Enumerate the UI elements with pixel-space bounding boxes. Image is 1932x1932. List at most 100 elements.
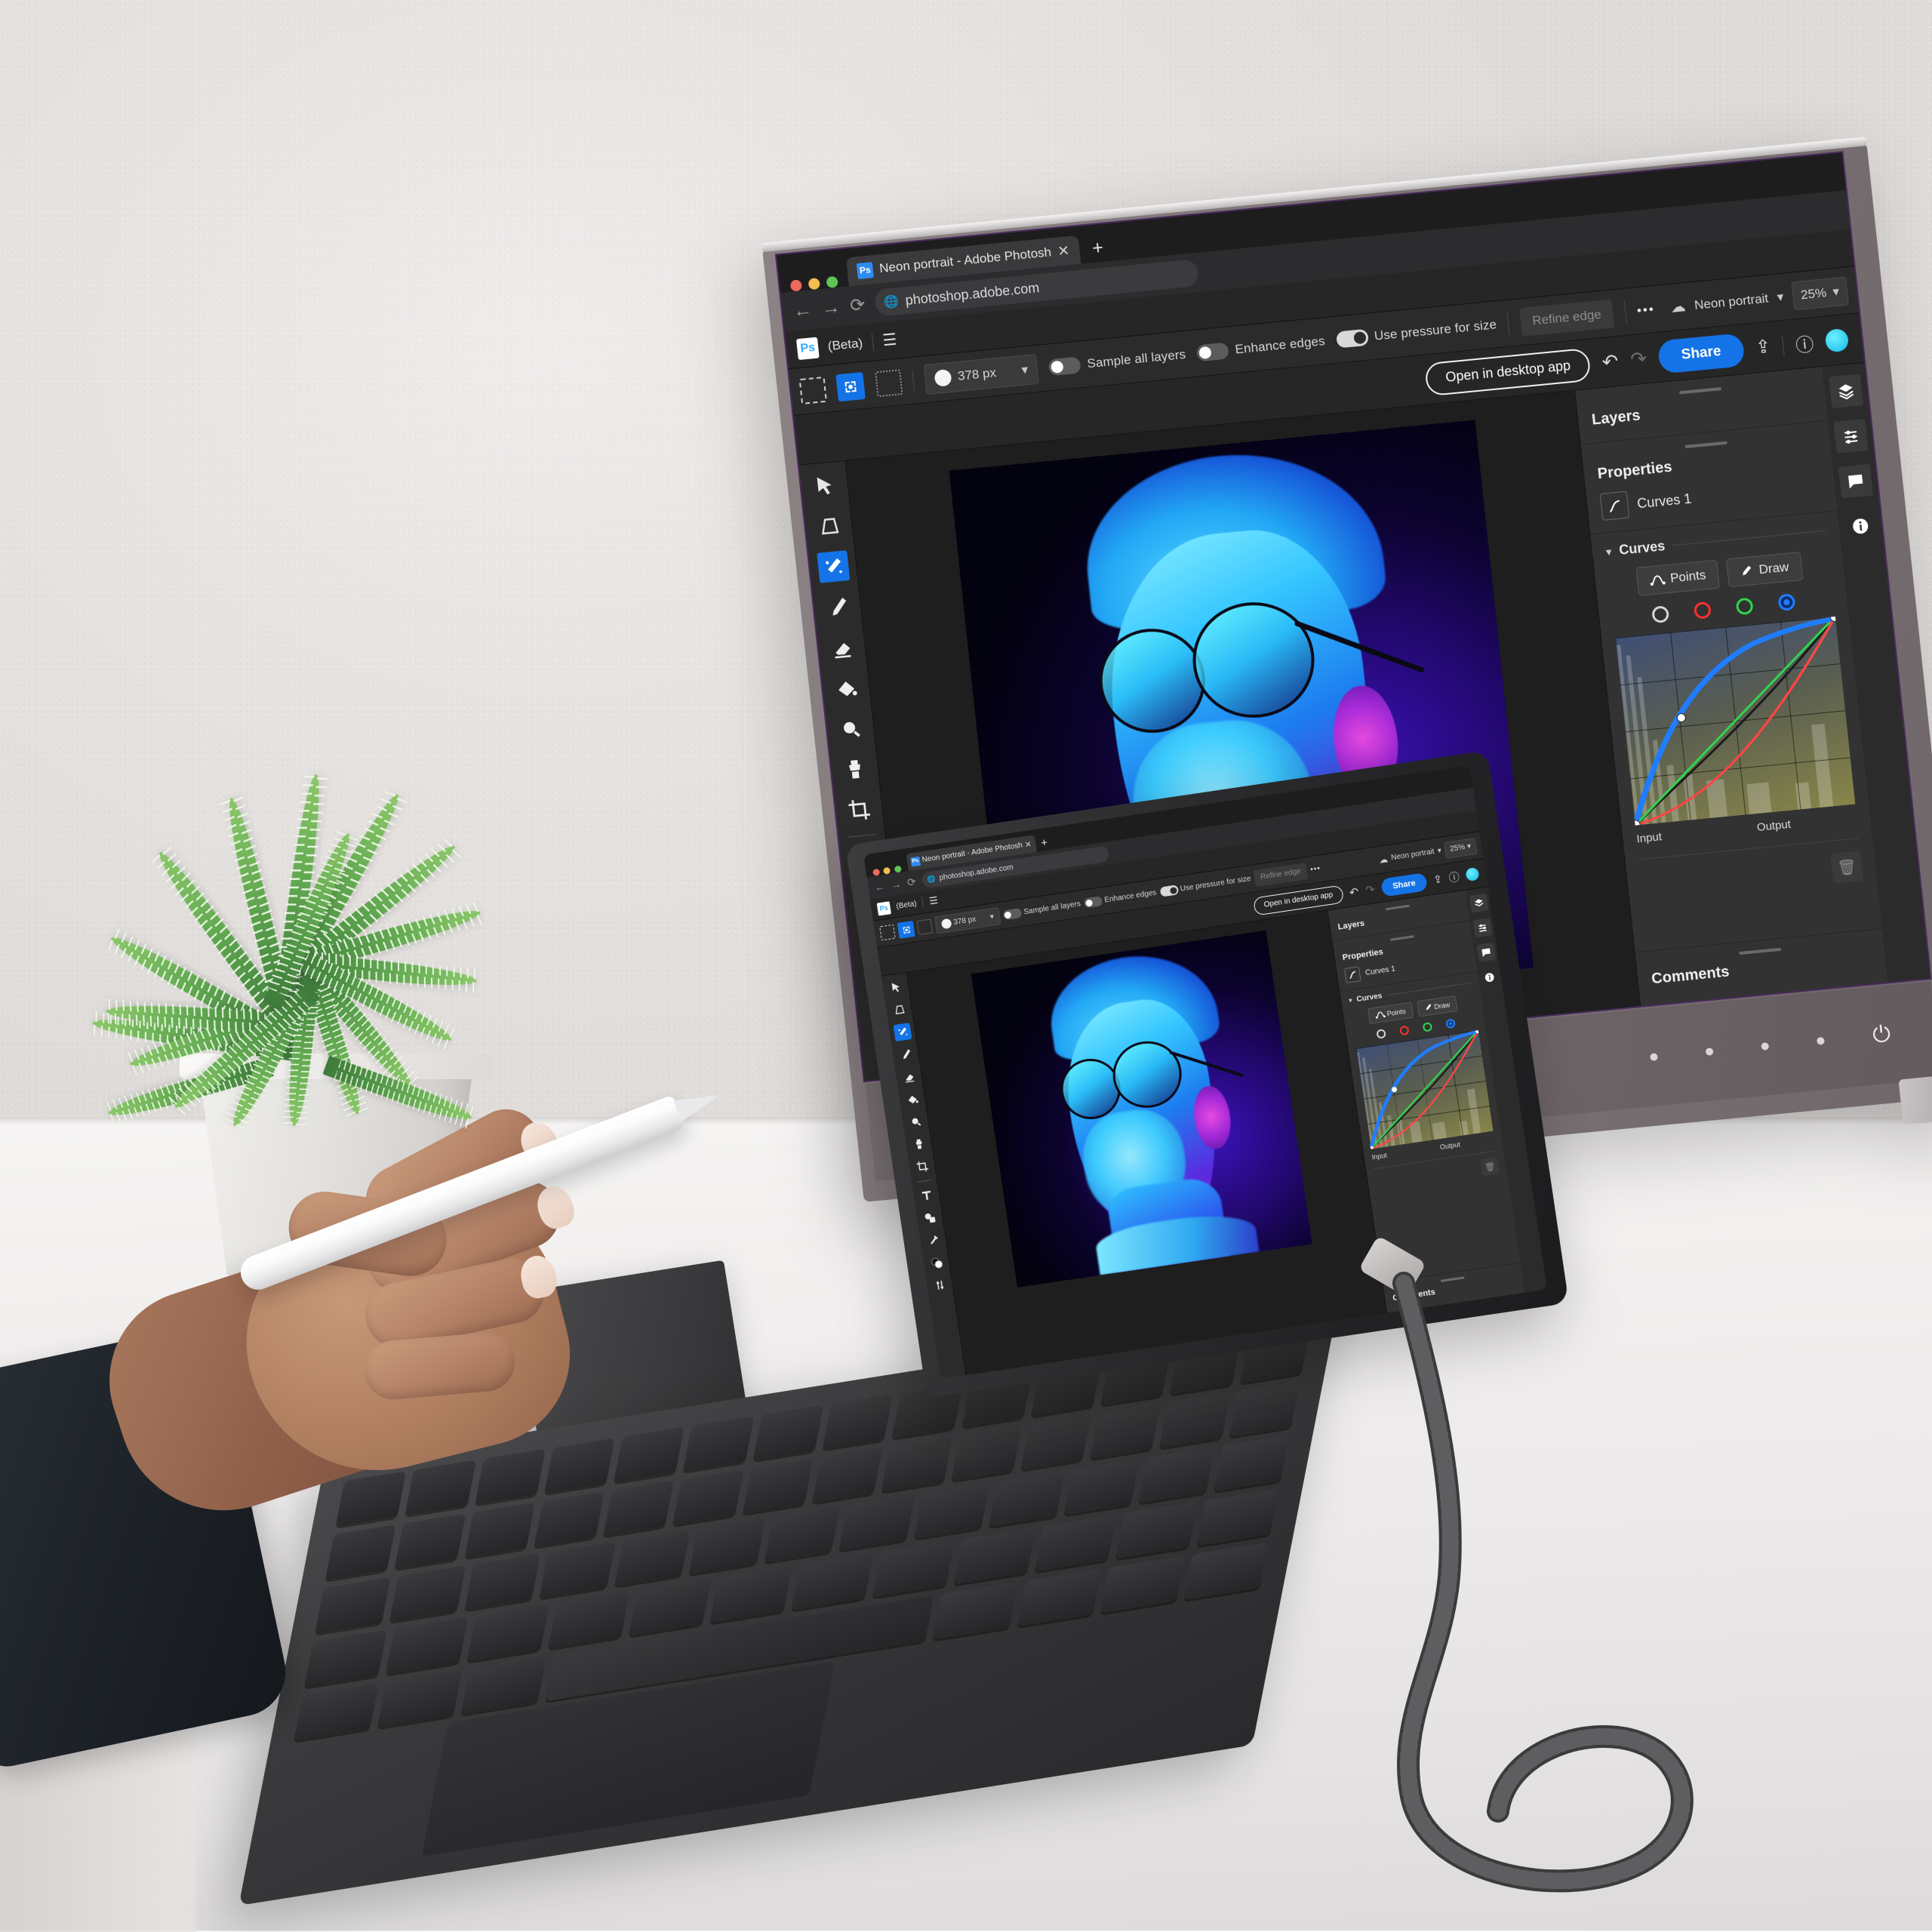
brush-size-field[interactable]: 378 px ▾ <box>934 907 1001 934</box>
keyboard-key[interactable] <box>953 1527 1036 1585</box>
redo-icon[interactable]: ↷ <box>1629 346 1648 371</box>
adjustments-rail-icon[interactable] <box>1472 918 1493 938</box>
arrow-left-icon[interactable]: ← <box>792 299 813 322</box>
help-circle-icon[interactable]: ⓘ <box>1794 329 1815 357</box>
object-selection-tool[interactable] <box>892 1023 912 1042</box>
add-to-selection-icon[interactable] <box>835 371 866 401</box>
points-mode-button[interactable]: Points <box>1367 1001 1414 1024</box>
keyboard-key[interactable] <box>314 1577 392 1634</box>
keyboard-key[interactable] <box>603 1480 675 1537</box>
panel-grabber[interactable] <box>1678 387 1721 395</box>
undo-icon[interactable]: ↶ <box>1349 884 1360 900</box>
blue-channel[interactable] <box>1444 1018 1456 1029</box>
keyboard-key[interactable] <box>1063 1458 1140 1515</box>
layers-rail-icon[interactable] <box>1469 893 1489 913</box>
close-icon[interactable]: ✕ <box>1057 242 1070 260</box>
brush-tool[interactable] <box>896 1045 915 1064</box>
user-presence-icon[interactable] <box>1465 866 1480 882</box>
keyboard-key[interactable] <box>1016 1568 1102 1627</box>
keyboard-key[interactable] <box>1183 1542 1269 1601</box>
close-icon[interactable]: ✕ <box>1024 839 1032 850</box>
keyboard-key[interactable] <box>385 1617 469 1675</box>
arrow-right-icon[interactable]: → <box>890 878 902 891</box>
keyboard-key[interactable] <box>838 1494 915 1551</box>
refine-edge-button[interactable]: Refine edge <box>1253 862 1309 887</box>
zoom-field[interactable]: 25% ▾ <box>1791 276 1849 310</box>
artwork-canvas[interactable] <box>971 930 1312 1287</box>
panel-grabber[interactable] <box>1738 947 1781 955</box>
export-upload-icon[interactable]: ⇪ <box>1432 872 1443 887</box>
keyboard-key[interactable] <box>950 1425 1023 1481</box>
new-selection-icon[interactable] <box>879 924 896 941</box>
green-channel[interactable] <box>1422 1022 1432 1032</box>
keyboard-key[interactable] <box>539 1541 616 1598</box>
reload-icon[interactable]: ⟳ <box>849 294 866 317</box>
keyboard-key[interactable] <box>791 1552 874 1611</box>
document-name[interactable]: Neon portrait <box>1694 291 1769 312</box>
trash-icon[interactable]: 🗑 <box>1480 1157 1500 1177</box>
keyboard-key[interactable] <box>764 1506 841 1563</box>
adjustment-layer-name[interactable]: Curves 1 <box>1636 491 1692 512</box>
shapes-tool[interactable] <box>920 1208 939 1227</box>
blue-channel[interactable] <box>1777 593 1796 612</box>
canvas-area[interactable] <box>906 910 1387 1376</box>
eyedropper-tool[interactable] <box>924 1231 943 1250</box>
info-rail-icon[interactable] <box>1843 509 1878 543</box>
subtract-from-selection-icon[interactable] <box>874 368 903 397</box>
trash-icon[interactable]: 🗑 <box>1830 851 1864 884</box>
close-window-dot[interactable] <box>790 279 803 292</box>
keyboard-key[interactable] <box>1100 1555 1186 1614</box>
osd-dot-4[interactable] <box>1817 1036 1826 1045</box>
refine-edge-button[interactable]: Refine edge <box>1518 298 1615 337</box>
panel-grabber[interactable] <box>1684 441 1727 449</box>
points-mode-button[interactable]: Points <box>1635 559 1721 596</box>
curves-graph[interactable] <box>1355 1030 1494 1149</box>
brush-size-field[interactable]: 378 px ▾ <box>923 353 1040 395</box>
chevron-down-icon[interactable]: ▾ <box>1437 847 1442 856</box>
osd-dot-2[interactable] <box>1705 1048 1714 1056</box>
use-pressure-for-size-toggle[interactable]: Use pressure for size <box>1335 316 1498 349</box>
user-presence-icon[interactable] <box>1824 328 1850 352</box>
keyboard-key[interactable] <box>988 1470 1066 1527</box>
keyboard-key[interactable] <box>466 1604 549 1662</box>
draw-mode-button[interactable]: Draw <box>1726 552 1804 588</box>
power-icon[interactable]: ⏻ <box>1872 1022 1892 1048</box>
keyboard-key[interactable] <box>672 1469 744 1525</box>
eraser-tool[interactable] <box>900 1067 918 1086</box>
minimize-window-dot[interactable] <box>883 866 891 875</box>
keyboard-key[interactable] <box>742 1458 814 1515</box>
keyboard-key[interactable] <box>872 1540 955 1598</box>
enhance-edges-toggle[interactable]: Enhance edges <box>1083 888 1157 909</box>
sample-all-layers-toggle[interactable]: Sample all layers <box>1048 346 1186 376</box>
maximize-window-dot[interactable] <box>894 865 902 873</box>
panel-grabber[interactable] <box>1385 904 1410 911</box>
paint-bucket-tool[interactable] <box>903 1090 921 1109</box>
keyboard-key[interactable] <box>1196 1488 1279 1546</box>
keyboard-key[interactable] <box>1034 1514 1117 1572</box>
spot-heal-tool[interactable] <box>906 1112 925 1131</box>
chevron-down-icon[interactable]: ▾ <box>1021 362 1029 378</box>
chevron-down-icon[interactable]: ▾ <box>1348 996 1352 1005</box>
zoom-field[interactable]: 25% ▾ <box>1443 837 1478 859</box>
keyboard-key[interactable] <box>394 1513 466 1570</box>
keyboard-key[interactable] <box>547 1591 630 1649</box>
crop-tool[interactable] <box>912 1157 931 1176</box>
brush-tool[interactable] <box>820 591 854 624</box>
rgb-channel[interactable] <box>1651 605 1669 624</box>
chevron-down-icon[interactable]: ▾ <box>1777 289 1785 305</box>
more-options-button[interactable]: ••• <box>1310 864 1321 874</box>
export-upload-icon[interactable]: ⇪ <box>1755 336 1772 359</box>
crop-tool[interactable] <box>842 793 875 826</box>
move-tool[interactable] <box>886 978 905 997</box>
maximize-window-dot[interactable] <box>826 275 838 288</box>
hamburger-icon[interactable]: ☰ <box>928 894 939 908</box>
keyboard-key[interactable] <box>1115 1501 1198 1559</box>
close-window-dot[interactable] <box>872 868 881 877</box>
use-pressure-for-size-toggle[interactable]: Use pressure for size <box>1159 874 1251 897</box>
adjustments-rail-icon[interactable] <box>1833 418 1869 454</box>
keyboard-key[interactable] <box>304 1629 387 1687</box>
type-tool[interactable] <box>917 1186 936 1205</box>
keyboard-key[interactable] <box>464 1553 541 1611</box>
keyboard-key[interactable] <box>464 1502 536 1558</box>
comments-rail-icon[interactable] <box>1475 942 1496 963</box>
